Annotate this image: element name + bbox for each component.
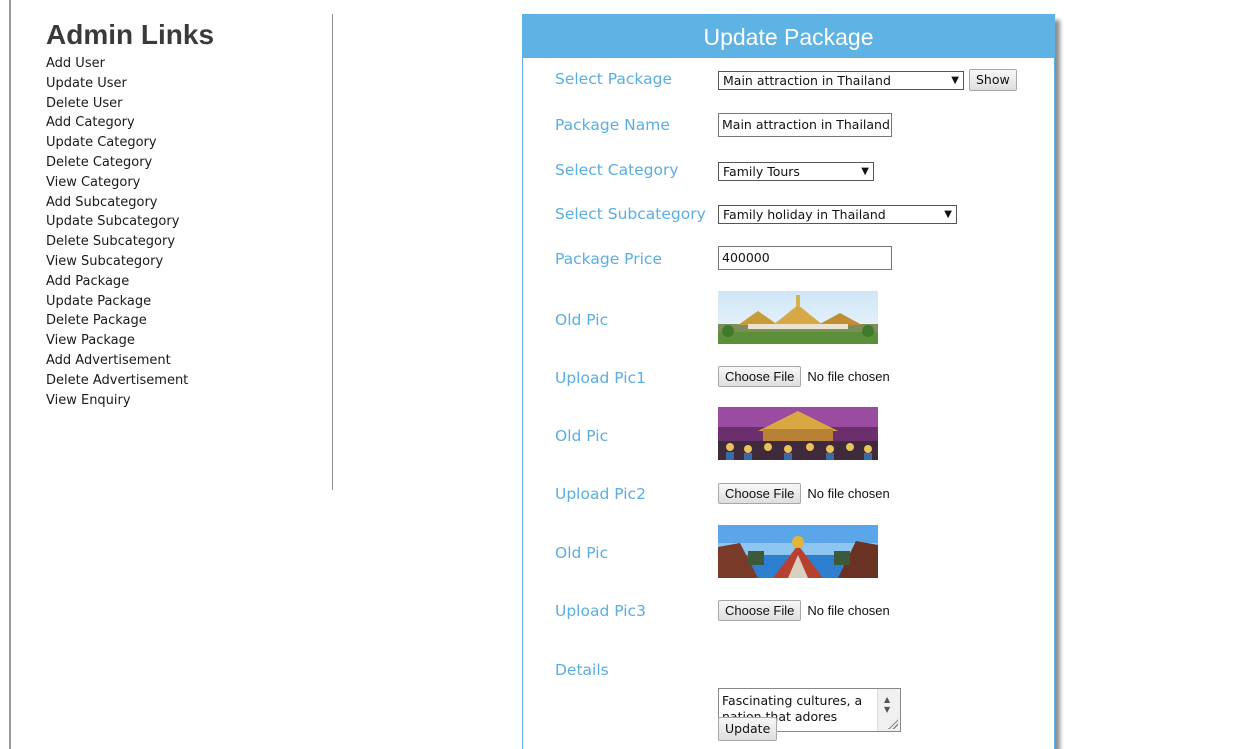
sidebar-title: Admin Links xyxy=(46,19,215,50)
package-name-label: Package Name xyxy=(555,116,670,134)
upload-pic3-row: Choose File No file chosen xyxy=(718,600,890,621)
left-border xyxy=(9,0,11,749)
choose-file-button-3[interactable]: Choose File xyxy=(718,600,802,621)
scroll-down-icon: ▼ xyxy=(884,705,891,714)
link-view-category[interactable]: View Category xyxy=(46,173,316,193)
link-delete-package[interactable]: Delete Package xyxy=(46,311,316,331)
old-pic-3 xyxy=(718,525,878,578)
old-pic-1-label: Old Pic xyxy=(555,311,609,329)
panel-title: Update Package xyxy=(523,14,1054,58)
select-subcategory-dropdown[interactable]: Family holiday in Thailand ▼ xyxy=(718,205,957,224)
show-button[interactable]: Show xyxy=(969,69,1017,91)
old-pic-2 xyxy=(718,407,878,460)
update-package-panel: Update Package Select Package Main attra… xyxy=(522,14,1055,749)
update-button[interactable]: Update xyxy=(718,717,778,741)
old-pic-1 xyxy=(718,291,878,344)
admin-sidebar: Admin Links Add User Update User Delete … xyxy=(46,18,316,410)
old-pic-2-image xyxy=(718,407,878,460)
link-delete-advertisement[interactable]: Delete Advertisement xyxy=(46,371,316,391)
link-add-advertisement[interactable]: Add Advertisement xyxy=(46,351,316,371)
dropdown-arrow-icon: ▼ xyxy=(861,166,869,177)
link-add-category[interactable]: Add Category xyxy=(46,113,316,133)
resize-grip-icon[interactable] xyxy=(888,719,898,729)
link-view-package[interactable]: View Package xyxy=(46,331,316,351)
page: Admin Links Add User Update User Delete … xyxy=(0,0,1253,749)
link-add-package[interactable]: Add Package xyxy=(46,272,316,292)
dropdown-arrow-icon: ▼ xyxy=(951,74,959,86)
link-delete-subcategory[interactable]: Delete Subcategory xyxy=(46,232,316,252)
package-price-label: Package Price xyxy=(555,250,662,268)
link-update-package[interactable]: Update Package xyxy=(46,292,316,312)
select-subcategory-row: Family holiday in Thailand ▼ xyxy=(718,205,957,228)
old-pic-3-label: Old Pic xyxy=(555,544,609,562)
select-package-dropdown[interactable]: Main attraction in Thailand ▼ xyxy=(718,70,964,90)
select-package-label: Select Package xyxy=(555,70,672,88)
select-category-value: Family Tours xyxy=(723,164,800,179)
select-subcategory-value: Family holiday in Thailand xyxy=(723,207,886,222)
sidebar-divider xyxy=(332,14,333,490)
upload-pic1-row: Choose File No file chosen xyxy=(718,366,890,387)
admin-links-list: Add User Update User Delete User Add Cat… xyxy=(46,54,316,410)
select-category-label: Select Category xyxy=(555,161,679,179)
select-package-value: Main attraction in Thailand xyxy=(723,72,891,88)
file-status-3: No file chosen xyxy=(807,603,890,618)
link-add-subcategory[interactable]: Add Subcategory xyxy=(46,193,316,213)
link-delete-category[interactable]: Delete Category xyxy=(46,153,316,173)
package-price-input[interactable]: 400000 xyxy=(718,246,892,270)
old-pic-2-label: Old Pic xyxy=(555,427,609,445)
link-add-user[interactable]: Add User xyxy=(46,54,316,74)
choose-file-button-1[interactable]: Choose File xyxy=(718,366,802,387)
select-category-dropdown[interactable]: Family Tours ▼ xyxy=(718,162,874,181)
old-pic-3-image xyxy=(718,525,878,578)
update-row: Update xyxy=(718,717,778,741)
link-update-subcategory[interactable]: Update Subcategory xyxy=(46,212,316,232)
select-subcategory-label: Select Subcategory xyxy=(555,205,706,223)
old-pic-1-image xyxy=(718,291,878,344)
link-update-user[interactable]: Update User xyxy=(46,74,316,94)
link-view-enquiry[interactable]: View Enquiry xyxy=(46,391,316,411)
package-name-input[interactable]: Main attraction in Thailand xyxy=(718,113,892,137)
choose-file-button-2[interactable]: Choose File xyxy=(718,483,802,504)
upload-pic2-label: Upload Pic2 xyxy=(555,485,646,503)
select-category-row: Family Tours ▼ xyxy=(718,162,874,185)
link-view-subcategory[interactable]: View Subcategory xyxy=(46,252,316,272)
link-update-category[interactable]: Update Category xyxy=(46,133,316,153)
upload-pic2-row: Choose File No file chosen xyxy=(718,483,890,504)
details-label: Details xyxy=(555,661,609,679)
link-delete-user[interactable]: Delete User xyxy=(46,94,316,114)
upload-pic3-label: Upload Pic3 xyxy=(555,602,646,620)
dropdown-arrow-icon: ▼ xyxy=(944,209,952,220)
upload-pic1-label: Upload Pic1 xyxy=(555,369,646,387)
file-status-2: No file chosen xyxy=(807,486,890,501)
select-package-row: Main attraction in Thailand ▼ Show xyxy=(718,69,1017,91)
file-status-1: No file chosen xyxy=(807,369,890,384)
